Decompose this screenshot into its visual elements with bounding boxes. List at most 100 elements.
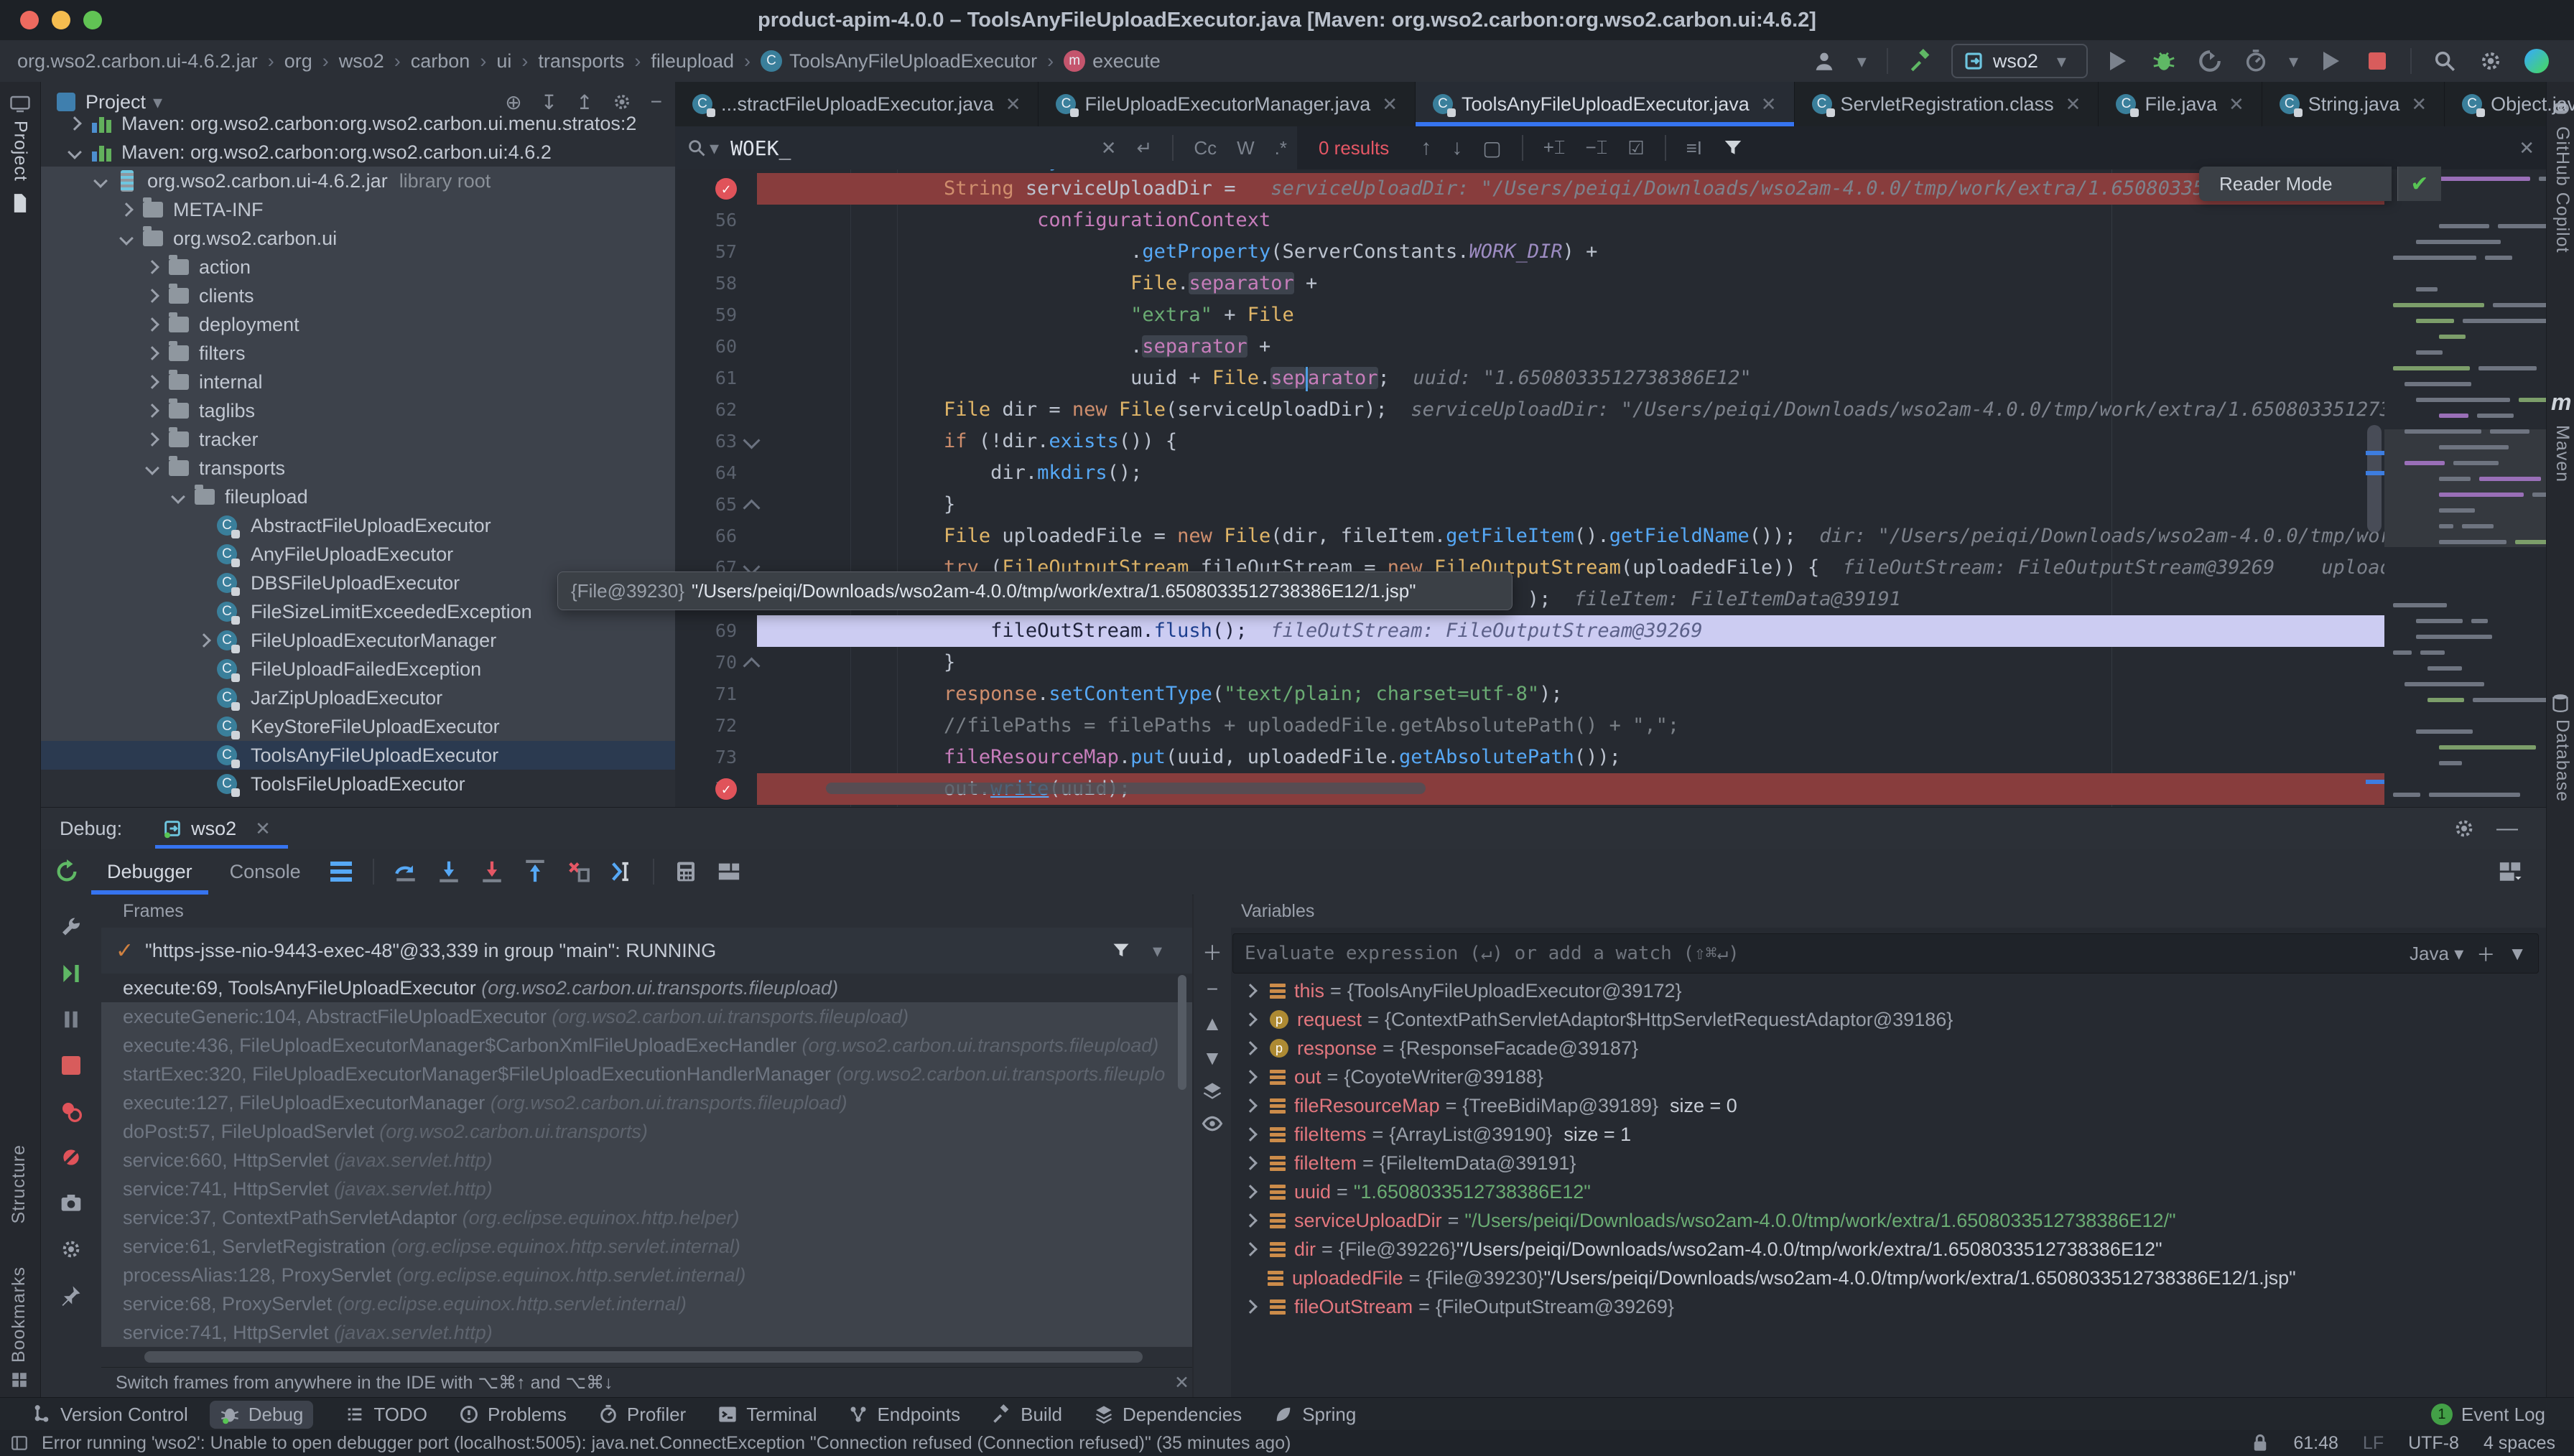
variable-row-fileResourceMap[interactable]: fileResourceMap={TreeBidiMap@39189}size … bbox=[1231, 1091, 2546, 1120]
minimize-window-button[interactable] bbox=[52, 11, 70, 29]
tool-strip-maven-tab[interactable]: Maven bbox=[2552, 425, 2573, 482]
code-line-64[interactable]: 64 dir.mkdirs(); bbox=[675, 457, 2384, 489]
line-number[interactable]: 66 bbox=[679, 521, 737, 552]
frames-horizontal-scrollbar[interactable] bbox=[144, 1351, 1143, 1363]
tool-strip-database-tab[interactable]: Database bbox=[2552, 719, 2573, 802]
layout-settings-icon[interactable] bbox=[713, 856, 745, 887]
debug-bug-icon[interactable] bbox=[2150, 47, 2178, 75]
chevron-right-icon[interactable] bbox=[1243, 1127, 1258, 1142]
step-over-icon[interactable] bbox=[390, 856, 422, 887]
code-line-58[interactable]: 58 File.separator + bbox=[675, 268, 2384, 299]
editor-horizontal-scrollbar[interactable] bbox=[826, 783, 1426, 794]
variable-row-dir[interactable]: dir={File@39226} "/Users/peiqi/Downloads… bbox=[1231, 1235, 2546, 1264]
chevron-right-icon[interactable] bbox=[68, 116, 82, 131]
fold-marker-icon[interactable] bbox=[743, 499, 760, 516]
run-button[interactable] bbox=[2104, 47, 2132, 75]
profiler-icon[interactable] bbox=[2241, 47, 2270, 75]
tree-item-org-wso2-carbon-ui-4-6-2-jar[interactable]: org.wso2.carbon.ui-4.6.2.jarlibrary root bbox=[41, 167, 675, 195]
frame-row[interactable]: service:741, HttpServlet (javax.servlet.… bbox=[101, 1175, 1192, 1203]
line-number[interactable]: 71 bbox=[679, 678, 737, 710]
close-tab-icon[interactable]: ✕ bbox=[1761, 93, 1777, 116]
lock-icon[interactable] bbox=[2252, 1434, 2269, 1452]
tree-item-fileupload[interactable]: fileupload bbox=[41, 482, 675, 511]
frame-row[interactable]: processAlias:128, ProxyServlet (org.ecli… bbox=[101, 1261, 1192, 1289]
code-editor[interactable]: 54 System.currentTimeMillis() + Math.ran… bbox=[675, 169, 2546, 807]
chevron-right-icon[interactable] bbox=[1243, 1098, 1258, 1113]
tree-item-tracker[interactable]: tracker bbox=[41, 425, 675, 454]
variable-row-response[interactable]: presponse={ResponseFacade@39187} bbox=[1231, 1034, 2546, 1063]
chevron-right-icon[interactable] bbox=[1243, 1156, 1258, 1170]
code-line-59[interactable]: 59 "extra" + File bbox=[675, 299, 2384, 331]
frame-row[interactable]: executeGeneric:104, AbstractFileUploadEx… bbox=[101, 1002, 1192, 1031]
line-number[interactable]: 56 bbox=[679, 205, 737, 236]
chevron-right-icon[interactable] bbox=[197, 633, 211, 648]
coverage-icon[interactable] bbox=[2196, 47, 2224, 75]
zoom-window-button[interactable] bbox=[83, 11, 102, 29]
select-all-occurrences-icon[interactable]: ▢ bbox=[1482, 136, 1501, 160]
tree-item-fileuploadfailedexception[interactable]: CFileUploadFailedException bbox=[41, 655, 675, 683]
editor-tab--stractfileuploadexecutor-java[interactable]: C...stractFileUploadExecutor.java✕ bbox=[675, 82, 1039, 126]
remove-watch-icon[interactable]: − bbox=[1207, 978, 1218, 1001]
tree-item-internal[interactable]: internal bbox=[41, 368, 675, 396]
reader-mode-popup[interactable]: Reader Mode bbox=[2199, 167, 2392, 201]
chevron-right-icon[interactable] bbox=[145, 289, 159, 303]
caret-position[interactable]: 61:48 bbox=[2293, 1433, 2338, 1454]
pin-icon[interactable] bbox=[55, 1279, 87, 1311]
previous-occurrence-icon[interactable]: ↑ bbox=[1421, 136, 1431, 160]
match-case-toggle[interactable]: Cc bbox=[1194, 137, 1217, 159]
editor-tab-toolsanyfileuploadexecutor-java[interactable]: CToolsAnyFileUploadExecutor.java✕ bbox=[1416, 82, 1795, 126]
breadcrumb-item[interactable]: fileupload bbox=[651, 50, 734, 73]
line-number[interactable]: 59 bbox=[679, 299, 737, 331]
line-separator[interactable]: LF bbox=[2363, 1433, 2384, 1454]
tree-item-meta-inf[interactable]: META-INF bbox=[41, 195, 675, 224]
file-icon[interactable] bbox=[11, 193, 29, 213]
frame-row[interactable]: service:660, HttpServlet (javax.servlet.… bbox=[101, 1146, 1192, 1175]
editor-vertical-scrollbar[interactable] bbox=[2367, 425, 2382, 533]
frame-row[interactable]: execute:69, ToolsAnyFileUploadExecutor (… bbox=[101, 974, 1192, 1002]
filter-frames-funnel-icon[interactable] bbox=[1111, 941, 1131, 961]
layers-icon[interactable] bbox=[1202, 1081, 1222, 1101]
code-line-62[interactable]: 62 File dir = new File(serviceUploadDir)… bbox=[675, 394, 2384, 426]
variable-row-uploadedFile[interactable]: uploadedFile={File@39230} "/Users/peiqi/… bbox=[1231, 1264, 2546, 1292]
toolwindow-button-endpoints[interactable]: Endpoints bbox=[848, 1404, 960, 1426]
frames-vertical-scrollbar[interactable] bbox=[1178, 975, 1186, 1090]
rerun-icon[interactable] bbox=[51, 856, 83, 887]
tool-strip-structure-tab[interactable]: Structure bbox=[9, 1144, 29, 1223]
line-number[interactable]: 72 bbox=[679, 710, 737, 742]
variable-row-serviceUploadDir[interactable]: serviceUploadDir="/Users/peiqi/Downloads… bbox=[1231, 1206, 2546, 1235]
stop-button[interactable] bbox=[2363, 47, 2392, 75]
remove-occurrence-icon[interactable]: −⌶ bbox=[1586, 136, 1608, 159]
evaluate-expression-input[interactable]: Evaluate expression (↵) or add a watch (… bbox=[1232, 933, 2539, 974]
chevron-right-icon[interactable] bbox=[1243, 984, 1258, 998]
close-tab-icon[interactable]: ✕ bbox=[1005, 93, 1021, 116]
regex-toggle[interactable]: .* bbox=[1275, 137, 1287, 159]
tool-strip-bookmarks-tab[interactable]: Bookmarks bbox=[9, 1266, 29, 1363]
tree-item-filters[interactable]: filters bbox=[41, 339, 675, 368]
frame-row[interactable]: execute:127, FileUploadExecutorManager (… bbox=[101, 1088, 1192, 1117]
breadcrumb-item[interactable]: org bbox=[284, 50, 312, 73]
editor-tab-file-java[interactable]: CFile.java✕ bbox=[2099, 82, 2262, 126]
variable-row-uuid[interactable]: uuid="1.6508033512738386E12" bbox=[1231, 1177, 2546, 1206]
search-everywhere-icon[interactable] bbox=[2430, 47, 2459, 75]
tree-item-maven-org-wso2-carbon-org-wso2-carbon-ui[interactable]: Maven: org.wso2.carbon:org.wso2.carbon.u… bbox=[41, 109, 675, 138]
frame-row[interactable]: startExec:320, FileUploadExecutorManager… bbox=[101, 1060, 1192, 1088]
view-breakpoints-icon[interactable] bbox=[55, 1096, 87, 1127]
wrench-icon[interactable] bbox=[55, 912, 87, 943]
fold-marker-icon[interactable] bbox=[743, 431, 760, 449]
chevron-right-icon[interactable] bbox=[145, 260, 159, 274]
line-number[interactable]: 61 bbox=[679, 363, 737, 394]
monitor-icon[interactable] bbox=[9, 95, 31, 113]
close-tab-icon[interactable]: ✕ bbox=[1382, 93, 1398, 116]
expand-evaluate-icon[interactable]: ▼ bbox=[2508, 943, 2527, 965]
force-step-into-icon[interactable] bbox=[476, 856, 508, 887]
close-tab-icon[interactable]: ✕ bbox=[2411, 93, 2427, 116]
database-icon[interactable] bbox=[2552, 694, 2569, 712]
variable-row-request[interactable]: prequest={ContextPathServletAdaptor$Http… bbox=[1231, 1005, 2546, 1034]
code-line-65[interactable]: 65 } bbox=[675, 489, 2384, 521]
close-window-button[interactable] bbox=[20, 11, 39, 29]
camera-icon[interactable] bbox=[55, 1187, 87, 1219]
chevron-right-icon[interactable] bbox=[1243, 1213, 1258, 1228]
step-into-icon[interactable] bbox=[433, 856, 465, 887]
frame-row[interactable]: service:37, ContextPathServletAdaptor (o… bbox=[101, 1203, 1192, 1232]
chevron-down-icon[interactable] bbox=[145, 461, 159, 475]
